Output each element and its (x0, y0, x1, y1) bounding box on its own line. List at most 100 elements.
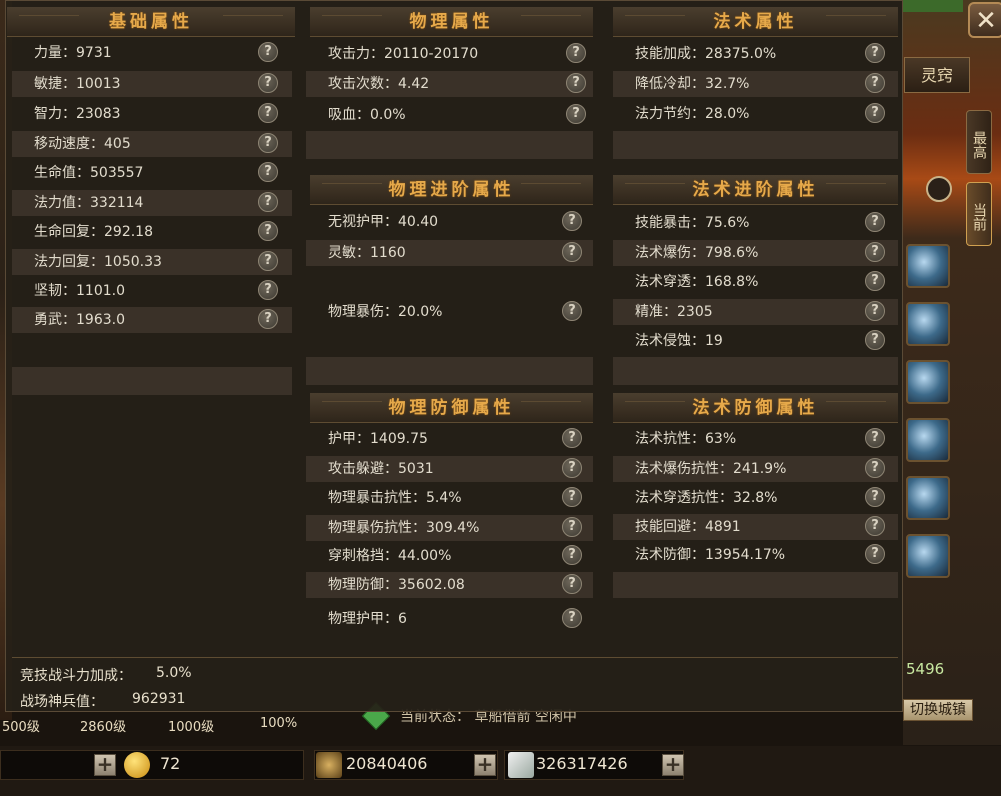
help-icon[interactable]: ? (566, 43, 586, 63)
help-icon[interactable]: ? (562, 608, 582, 628)
help-icon[interactable]: ? (865, 103, 885, 123)
help-icon[interactable]: ? (258, 309, 278, 329)
help-icon[interactable]: ? (865, 242, 885, 262)
skill-icon[interactable] (906, 418, 950, 462)
help-icon[interactable]: ? (865, 271, 885, 291)
footer-divider (12, 657, 898, 658)
help-icon[interactable]: ? (865, 43, 885, 63)
basic-row: 坚韧：1101.0? (12, 278, 292, 304)
help-icon[interactable]: ? (258, 73, 278, 93)
physical-def-row: 物理暴击抗性：5.4%? (306, 485, 593, 511)
skill-icon[interactable] (906, 302, 950, 346)
help-icon[interactable]: ? (258, 192, 278, 212)
skill-icon[interactable] (906, 534, 950, 578)
help-icon[interactable]: ? (865, 301, 885, 321)
physical-def-row: 穿刺格挡：44.00%? (306, 543, 593, 569)
gold-value: 72 (160, 754, 181, 773)
basic-row: 生命值：503557? (12, 160, 292, 186)
resource-icon (316, 752, 342, 778)
partial-stat-value: 5496 (906, 660, 945, 678)
section-title-physical-def: 物理防御属性 (310, 393, 593, 423)
magic-def-blank-row (613, 572, 898, 598)
help-icon[interactable]: ? (865, 212, 885, 232)
help-icon[interactable]: ? (566, 73, 586, 93)
physical-adv-blank-row (306, 357, 593, 385)
add-gold-button[interactable]: + (94, 754, 116, 776)
background-green-bar (903, 0, 963, 12)
magic-blank-row (613, 131, 898, 159)
gold-slot (0, 750, 304, 780)
physical-def-row: 物理防御：35602.08? (306, 572, 593, 598)
section-title-magic: 法术属性 (613, 7, 898, 37)
help-icon[interactable]: ? (258, 280, 278, 300)
skill-icon[interactable] (906, 476, 950, 520)
add-resource2-button[interactable]: + (474, 754, 496, 776)
magic-def-row: 法术抗性：63%? (613, 426, 898, 452)
skill-icon[interactable] (906, 360, 950, 404)
level-label: 100% (260, 716, 298, 731)
basic-row: 勇武：1963.0? (12, 307, 292, 333)
skill-slot-ring[interactable] (926, 176, 952, 202)
attributes-panel: 基础属性 力量：9731? 敏捷：10013? 智力：23083? 移动速度：4… (5, 0, 903, 712)
diamond-icon (508, 752, 534, 778)
physical-adv-row: 物理暴伤：20.0%? (306, 299, 593, 325)
help-icon[interactable]: ? (865, 428, 885, 448)
help-icon[interactable]: ? (865, 487, 885, 507)
help-icon[interactable]: ? (865, 330, 885, 350)
help-icon[interactable]: ? (258, 103, 278, 123)
background-level-labels: 500级 2860级 1000级 100% (0, 716, 340, 736)
basic-row: 法力回复：1050.33? (12, 249, 292, 275)
help-icon[interactable]: ? (562, 211, 582, 231)
help-icon[interactable]: ? (865, 73, 885, 93)
help-icon[interactable]: ? (258, 42, 278, 62)
resource2-value: 20840406 (346, 754, 428, 773)
physical-def-row: 护甲：1409.75? (306, 426, 593, 452)
magic-def-row: 法术穿透抗性：32.8%? (613, 485, 898, 511)
help-icon[interactable]: ? (258, 133, 278, 153)
magic-row: 降低冷却：32.7%? (613, 71, 898, 97)
help-icon[interactable]: ? (865, 516, 885, 536)
resource-bar: + 72 20840406 + 326317426 + (0, 746, 1001, 796)
help-icon[interactable]: ? (562, 545, 582, 565)
help-icon[interactable]: ? (562, 517, 582, 537)
close-icon: ✕ (975, 6, 997, 36)
help-icon[interactable]: ? (562, 574, 582, 594)
help-icon[interactable]: ? (258, 162, 278, 182)
section-title-basic: 基础属性 (7, 7, 295, 37)
help-icon[interactable]: ? (562, 458, 582, 478)
help-icon[interactable]: ? (258, 251, 278, 271)
gold-coin-icon (124, 752, 150, 778)
tab-highest[interactable]: 最高 (966, 110, 992, 174)
physical-adv-row: 灵敏：1160? (306, 240, 593, 266)
magic-def-row: 技能回避：4891? (613, 514, 898, 540)
arena-power-label: 竞技战斗力加成： (20, 668, 132, 684)
magic-adv-row: 法术侵蚀：19? (613, 328, 898, 354)
tab-lingqiao[interactable]: 灵窍 (904, 57, 970, 93)
add-resource3-button[interactable]: + (662, 754, 684, 776)
basic-row: 智力：23083? (12, 101, 292, 127)
level-label: 2860级 (80, 720, 127, 735)
physical-def-row: 物理护甲：6? (306, 606, 593, 632)
close-button[interactable]: ✕ (968, 2, 1001, 38)
physical-row: 吸血：0.0%? (306, 102, 593, 128)
help-icon[interactable]: ? (865, 458, 885, 478)
help-icon[interactable]: ? (562, 487, 582, 507)
magic-adv-row: 法术穿透：168.8%? (613, 269, 898, 295)
level-label: 1000级 (168, 720, 215, 735)
physical-row: 攻击力：20110-20170? (306, 41, 593, 67)
help-icon[interactable]: ? (562, 242, 582, 262)
help-icon[interactable]: ? (562, 428, 582, 448)
help-icon[interactable]: ? (566, 104, 586, 124)
help-icon[interactable]: ? (562, 301, 582, 321)
tab-current[interactable]: 当前 (966, 182, 992, 246)
magic-def-row: 法术防御：13954.17%? (613, 542, 898, 568)
plus-icon: + (476, 752, 494, 776)
help-icon[interactable]: ? (865, 544, 885, 564)
basic-row: 法力值：332114? (12, 190, 292, 216)
magic-adv-row: 法术爆伤：798.6%? (613, 240, 898, 266)
level-label: 500级 (2, 720, 40, 735)
skill-icon[interactable] (906, 244, 950, 288)
battlefield-weapon-label: 战场神兵值： (20, 694, 104, 710)
help-icon[interactable]: ? (258, 221, 278, 241)
plus-icon: + (96, 752, 114, 776)
